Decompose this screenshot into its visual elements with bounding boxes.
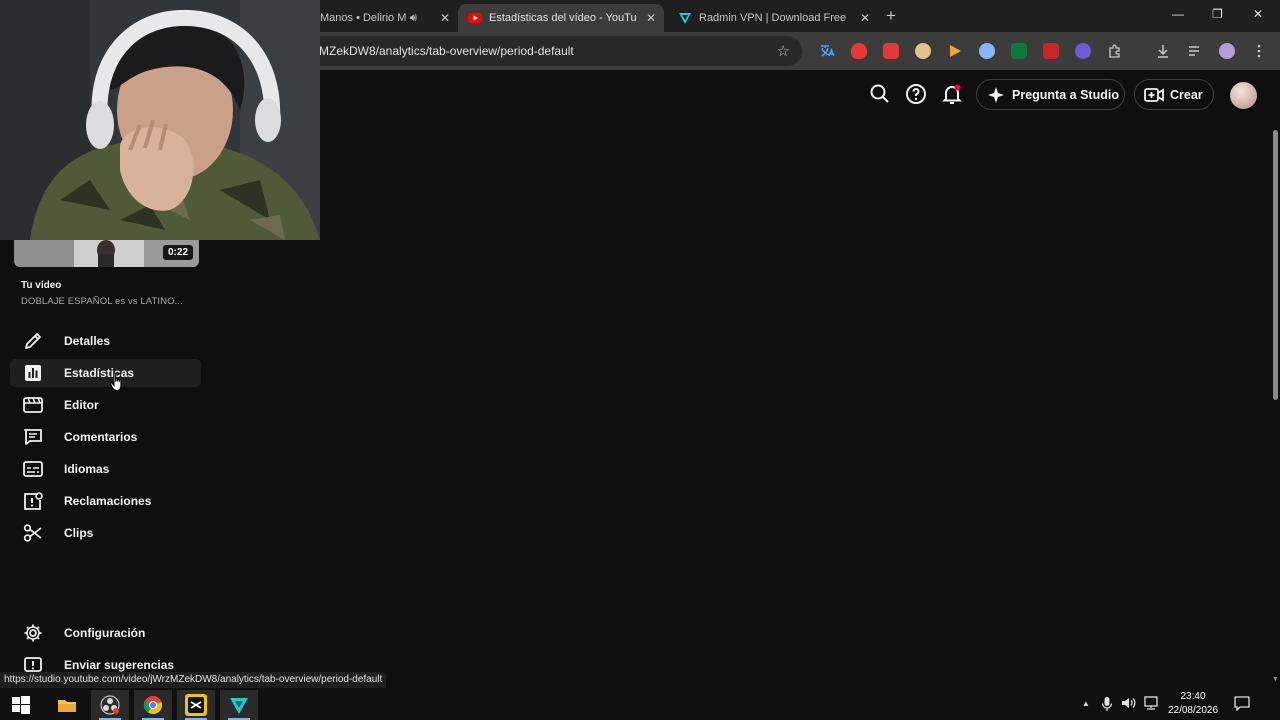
help-icon[interactable] bbox=[904, 82, 928, 106]
taskbar-clock-time[interactable]: 23:40 bbox=[1166, 691, 1220, 702]
analytics-icon bbox=[22, 362, 44, 384]
capcut-icon[interactable] bbox=[177, 690, 215, 720]
sidebar-item-label: Idiomas bbox=[64, 462, 110, 476]
sidebar-item-label: Enviar sugerencias bbox=[64, 658, 175, 672]
tab-title: Estadísticas del vídeo - YouTube bbox=[489, 12, 637, 24]
pencil-icon bbox=[22, 330, 44, 352]
ask-studio-label: Pregunta a Studio bbox=[1012, 87, 1119, 102]
sidebar-item-reclamaciones[interactable]: Reclamaciones bbox=[10, 487, 201, 515]
create-label: Crear bbox=[1170, 87, 1203, 102]
tab-radmin-vpn[interactable]: Radmin VPN | Download Free V ✕ bbox=[668, 4, 878, 32]
sidebar-item-label: Comentarios bbox=[64, 430, 138, 444]
subtitles-icon bbox=[22, 458, 44, 480]
tray-overflow-arrow-icon[interactable]: ▲ bbox=[1082, 699, 1090, 708]
profile-avatar-icon[interactable] bbox=[1219, 43, 1235, 59]
thumbnail-center-panel bbox=[74, 240, 144, 267]
obs-icon[interactable] bbox=[91, 690, 129, 720]
webcam-person-image bbox=[0, 0, 320, 240]
radmin-vpn-icon bbox=[678, 11, 692, 25]
video-title[interactable]: DOBLAJE ESPAÑOL es vs LATINO... bbox=[21, 296, 183, 307]
sidebar-item-estadisticas[interactable]: Estadísticas bbox=[10, 359, 201, 387]
hand-cursor-icon bbox=[110, 372, 122, 392]
page-scrollbar[interactable] bbox=[1271, 122, 1280, 688]
network-icon[interactable] bbox=[1143, 696, 1159, 713]
coin-extension-icon[interactable] bbox=[915, 43, 931, 59]
sidebar-item-label: Reclamaciones bbox=[64, 494, 152, 508]
minimize-button[interactable]: — bbox=[1172, 7, 1184, 21]
sidebar-item-editor[interactable]: Editor bbox=[10, 391, 201, 419]
comment-icon bbox=[22, 426, 44, 448]
sidebar-item-label: Configuración bbox=[64, 626, 146, 640]
new-tab-button[interactable]: + bbox=[886, 6, 896, 26]
scrollbar-thumb[interactable] bbox=[1273, 130, 1278, 400]
sidebar-item-label: Clips bbox=[64, 526, 94, 540]
sidebar-item-configuracion[interactable]: Configuración bbox=[10, 619, 201, 647]
pen-extension-icon[interactable] bbox=[1043, 43, 1059, 59]
download-icon[interactable] bbox=[1155, 43, 1171, 59]
link-status-bar: https://studio.youtube.com/video/jWrzMZe… bbox=[0, 672, 387, 688]
tab-close-button[interactable]: ✕ bbox=[646, 11, 656, 25]
taskbar-clock-date[interactable]: 22/08/2026 bbox=[1166, 705, 1220, 716]
sidebar-item-clips[interactable]: Clips bbox=[10, 519, 201, 547]
scroll-down-arrow-icon[interactable]: ▼ bbox=[1272, 676, 1279, 683]
gear-icon bbox=[22, 622, 44, 644]
url-text[interactable]: MZekDW8/analytics/tab-overview/period-de… bbox=[319, 44, 574, 58]
tab-estadisticas[interactable]: Estadísticas del vídeo - YouTube ✕ bbox=[458, 4, 664, 32]
bookmark-star-icon[interactable]: ☆ bbox=[777, 42, 790, 60]
youtube-studio-icon bbox=[468, 11, 482, 25]
circle-extension-icon[interactable] bbox=[979, 43, 995, 59]
tab-title: Manos • Delirio M bbox=[320, 12, 406, 24]
sidebar-item-label: Detalles bbox=[64, 334, 111, 348]
green-extension-icon[interactable] bbox=[1011, 43, 1027, 59]
your-video-label: Tu vídeo bbox=[21, 280, 62, 291]
sidebar-item-idiomas[interactable]: Idiomas bbox=[10, 455, 201, 483]
hand-extension-icon[interactable] bbox=[851, 43, 867, 59]
account-avatar[interactable] bbox=[1230, 82, 1257, 109]
sidebar-item-label: Editor bbox=[64, 398, 99, 412]
close-window-button[interactable]: ✕ bbox=[1253, 7, 1263, 21]
create-video-icon bbox=[1144, 87, 1164, 103]
address-bar[interactable]: MZekDW8/analytics/tab-overview/period-de… bbox=[306, 36, 802, 66]
tab-manos-delirio[interactable]: Manos • Delirio M 🔊︎ ✕ bbox=[310, 4, 458, 32]
tab-close-button[interactable]: ✕ bbox=[440, 11, 450, 25]
restore-button[interactable]: ❐ bbox=[1212, 7, 1223, 21]
notifications-bell-icon[interactable] bbox=[940, 82, 964, 106]
video-duration-badge: 0:22 bbox=[162, 245, 193, 260]
radmin-vpn-icon[interactable] bbox=[220, 690, 258, 720]
copyright-claim-icon bbox=[22, 490, 44, 512]
ask-studio-button[interactable]: Pregunta a Studio bbox=[976, 79, 1125, 110]
extensions-puzzle-icon[interactable] bbox=[1107, 43, 1123, 59]
music-extension-icon[interactable] bbox=[1075, 43, 1091, 59]
start-icon[interactable] bbox=[2, 690, 40, 720]
scissors-icon bbox=[22, 522, 44, 544]
notification-center-icon[interactable] bbox=[1234, 696, 1250, 714]
browser-menu-icon[interactable] bbox=[1251, 43, 1267, 59]
video-thumbnail[interactable]: 0:22 bbox=[14, 240, 199, 267]
play-extension-icon[interactable] bbox=[947, 43, 963, 59]
film-editor-icon bbox=[22, 394, 44, 416]
microphone-icon[interactable] bbox=[1101, 696, 1113, 715]
file-explorer-icon[interactable] bbox=[48, 690, 86, 720]
search-icon[interactable] bbox=[868, 82, 892, 106]
sidebar-item-detalles[interactable]: Detalles bbox=[10, 327, 201, 355]
chrome-icon[interactable] bbox=[134, 690, 172, 720]
speaker-icon[interactable]: 🔊︎ bbox=[410, 12, 417, 25]
thumbnail-left-panel bbox=[14, 240, 74, 267]
sidebar-item-comentarios[interactable]: Comentarios bbox=[10, 423, 201, 451]
webcam-overlay bbox=[0, 0, 320, 240]
create-button[interactable]: Crear bbox=[1134, 79, 1214, 110]
volume-icon[interactable] bbox=[1121, 696, 1137, 713]
tab-title: Radmin VPN | Download Free V bbox=[699, 12, 847, 24]
video-extension-icon[interactable] bbox=[883, 43, 899, 59]
tab-close-button[interactable]: ✕ bbox=[860, 11, 870, 25]
media-queue-icon[interactable] bbox=[1187, 43, 1203, 59]
windows-taskbar: ▲ 23:40 22/08/2026 bbox=[0, 688, 1280, 720]
translate-extension-icon[interactable] bbox=[819, 43, 835, 59]
sparkle-icon bbox=[987, 86, 1005, 104]
